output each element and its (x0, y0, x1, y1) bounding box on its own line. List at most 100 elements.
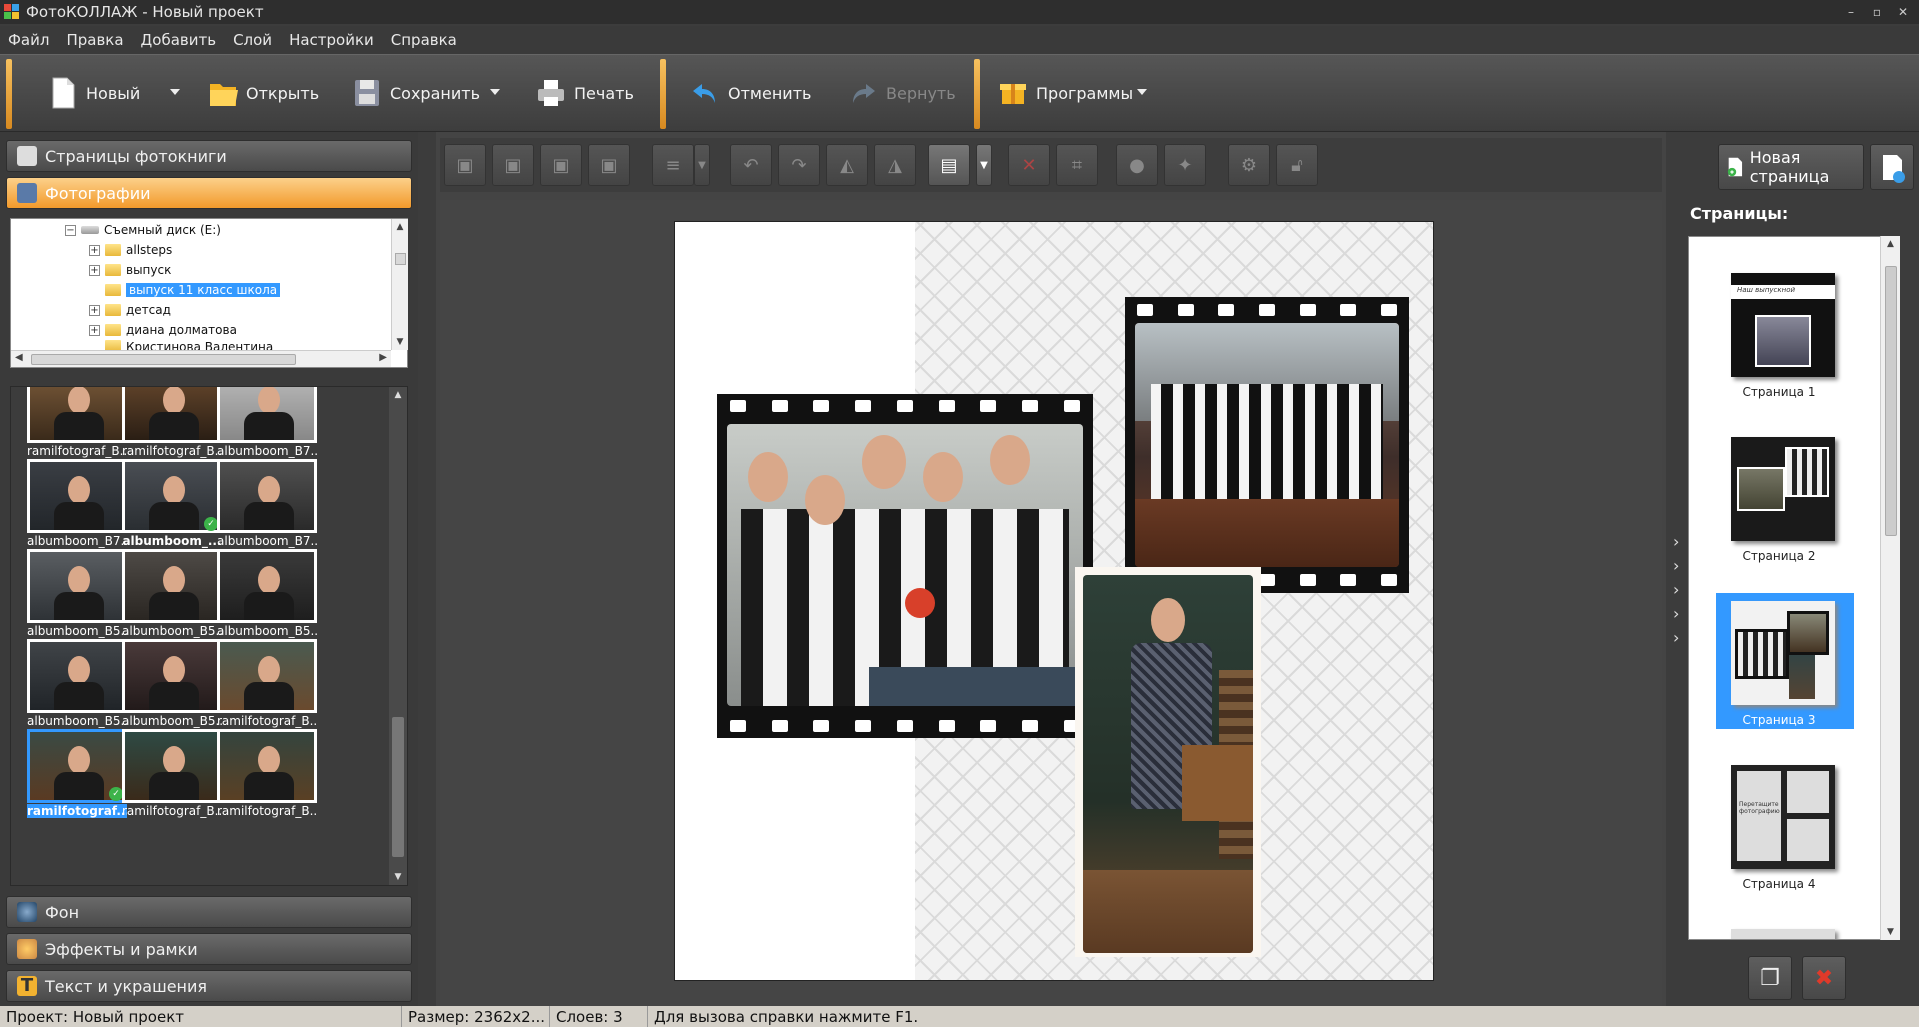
thumbs-scrollbar[interactable]: ▲ ▼ (389, 387, 407, 885)
text-header[interactable]: T Текст и украшения (6, 970, 412, 1002)
scroll-thumb[interactable] (31, 354, 296, 365)
align-dropdown-icon[interactable]: ▼ (694, 144, 710, 186)
send-backward-icon[interactable]: ▣ (540, 144, 582, 186)
send-to-back-icon[interactable]: ▣ (588, 144, 630, 186)
chevron-right-icon[interactable]: › (1673, 628, 1679, 647)
photo-frame[interactable] (1075, 567, 1261, 957)
chevron-right-icon[interactable]: › (1673, 580, 1679, 599)
scroll-thumb[interactable] (395, 253, 406, 265)
crop-icon[interactable]: ⌗ (1056, 144, 1098, 186)
restore-icon[interactable]: ▫ (1865, 2, 1889, 22)
lock-icon[interactable]: 🔓︎ (1276, 144, 1318, 186)
magic-wand-icon[interactable]: ✦ (1164, 144, 1206, 186)
photo-thumbnail[interactable]: albumboom_B7... (217, 459, 317, 555)
page-settings-button[interactable] (1870, 144, 1914, 190)
flip-horizontal-icon[interactable]: ◭ (826, 144, 868, 186)
photo-thumbnail[interactable]: albumboom_B5... (217, 549, 317, 645)
close-icon[interactable]: ✕ (1891, 2, 1915, 22)
menu-file[interactable]: Файл (8, 31, 49, 49)
menu-help[interactable]: Справка (391, 31, 457, 49)
tree-folder[interactable]: + детсад (89, 301, 171, 319)
photo-thumbnail[interactable]: albumboom_B5... (27, 549, 127, 645)
page-thumb-3[interactable] (1731, 601, 1835, 705)
tree-folder[interactable]: + диана долматова (89, 321, 237, 339)
rotate-right-icon[interactable]: ↷ (778, 144, 820, 186)
photo-thumbnail[interactable]: ramilfotograf_B... (122, 729, 222, 825)
delete-icon[interactable]: ✕ (1008, 144, 1050, 186)
expand-icon[interactable]: + (89, 324, 100, 336)
scroll-up-icon[interactable]: ▲ (1881, 236, 1900, 252)
duplicate-page-button[interactable]: ❐ (1748, 956, 1792, 1000)
minimize-icon[interactable]: – (1839, 2, 1863, 22)
undo-button[interactable]: Отменить (690, 63, 811, 123)
menu-edit[interactable]: Правка (66, 31, 123, 49)
photos-header[interactable]: Фотографии (6, 177, 412, 209)
scroll-down-icon[interactable]: ▼ (392, 334, 408, 350)
page-thumb-2[interactable] (1731, 437, 1835, 541)
align-icon[interactable]: ≡ (652, 144, 694, 186)
film-frame[interactable] (717, 394, 1093, 738)
scroll-right-icon[interactable]: ▶ (379, 352, 387, 363)
folder-tree[interactable]: − Съемный диск (E:) + allsteps + выпуск … (10, 218, 408, 368)
scroll-down-icon[interactable]: ▼ (389, 869, 407, 885)
new-page-button[interactable]: Новая страница (1718, 144, 1864, 190)
menu-settings[interactable]: Настройки (289, 31, 374, 49)
menu-add[interactable]: Добавить (141, 31, 217, 49)
teacher-portrait-photo[interactable] (1083, 575, 1253, 953)
photo-thumbnail[interactable]: ✓ albumboom_... (122, 459, 222, 555)
programs-button[interactable]: Программы (998, 63, 1133, 123)
photo-thumbnail[interactable]: albumboom_B5... (27, 639, 127, 735)
menu-layer[interactable]: Слой (233, 31, 272, 49)
new-dropdown-arrow[interactable] (170, 89, 180, 95)
chevron-right-icon[interactable]: › (1673, 556, 1679, 575)
scroll-left-icon[interactable]: ◀ (15, 352, 23, 363)
pages-scrollbar[interactable]: ▲ ▼ (1880, 236, 1900, 940)
tree-folder[interactable]: + allsteps (89, 241, 172, 259)
photo-thumbnail[interactable]: albumboom_B7... (27, 459, 127, 555)
photo-thumbnail[interactable]: albumboom_B5... (122, 549, 222, 645)
photobook-pages-header[interactable]: Страницы фотокниги (6, 140, 412, 172)
page-thumb-5[interactable] (1731, 929, 1835, 939)
photo-thumbnail[interactable]: albumboom_B5... (122, 639, 222, 735)
expand-icon[interactable]: + (89, 244, 100, 256)
film-frame[interactable] (1125, 297, 1409, 593)
photo-thumbnail[interactable]: ramilfotograf_B... (27, 387, 127, 465)
open-button[interactable]: Открыть (208, 63, 319, 123)
programs-dropdown-arrow[interactable] (1137, 89, 1147, 95)
expand-icon[interactable]: + (89, 304, 100, 316)
settings-gear-icon[interactable]: ⚙ (1228, 144, 1270, 186)
photo-thumbnail[interactable]: ramilfotograf_B... (217, 639, 317, 735)
photo-thumbnail[interactable]: albumboom_B7... (217, 387, 317, 465)
photo-thumbnail[interactable]: ramilfotograf_B... (122, 387, 222, 465)
page-thumb-4[interactable]: Перетащите фотографию (1731, 765, 1835, 869)
save-dropdown-arrow[interactable] (490, 89, 500, 95)
scroll-thumb[interactable] (392, 717, 404, 857)
bring-to-front-icon[interactable]: ▣ (444, 144, 486, 186)
effects-header[interactable]: Эффекты и рамки (6, 933, 412, 965)
chevron-right-icon[interactable]: › (1673, 604, 1679, 623)
tree-hscrollbar[interactable]: ◀ ▶ (11, 350, 391, 367)
flip-vertical-icon[interactable]: ◮ (874, 144, 916, 186)
photo-thumbnail[interactable]: ✓ ramilfotograf... (27, 729, 127, 825)
collage-page[interactable] (674, 221, 1434, 981)
tree-folder-selected[interactable]: выпуск 11 класс школа (105, 281, 281, 299)
photo-thumbnail[interactable]: ramilfotograf_B... (217, 729, 317, 825)
new-button[interactable]: Новый (48, 63, 140, 123)
scroll-up-icon[interactable]: ▲ (389, 387, 407, 403)
page-thumb-1[interactable]: Наш выпускной (1731, 273, 1835, 377)
tree-vscrollbar[interactable]: ▲ ▼ (391, 219, 408, 350)
delete-page-button[interactable]: ✖ (1802, 956, 1846, 1000)
background-header[interactable]: Фон (6, 896, 412, 928)
tree-folder[interactable]: + выпуск (89, 261, 171, 279)
fit-dropdown-icon[interactable]: ▼ (976, 144, 992, 186)
scroll-thumb[interactable] (1885, 266, 1897, 536)
rotate-left-icon[interactable]: ↶ (730, 144, 772, 186)
print-button[interactable]: Печать (536, 63, 634, 123)
chevron-right-icon[interactable]: › (1673, 532, 1679, 551)
fit-image-icon[interactable]: ▤ (928, 144, 970, 186)
scroll-down-icon[interactable]: ▼ (1881, 924, 1900, 940)
tree-drive[interactable]: − Съемный диск (E:) (65, 221, 221, 239)
bring-forward-icon[interactable]: ▣ (492, 144, 534, 186)
scroll-up-icon[interactable]: ▲ (392, 219, 408, 235)
girls-group-photo[interactable] (727, 424, 1083, 706)
